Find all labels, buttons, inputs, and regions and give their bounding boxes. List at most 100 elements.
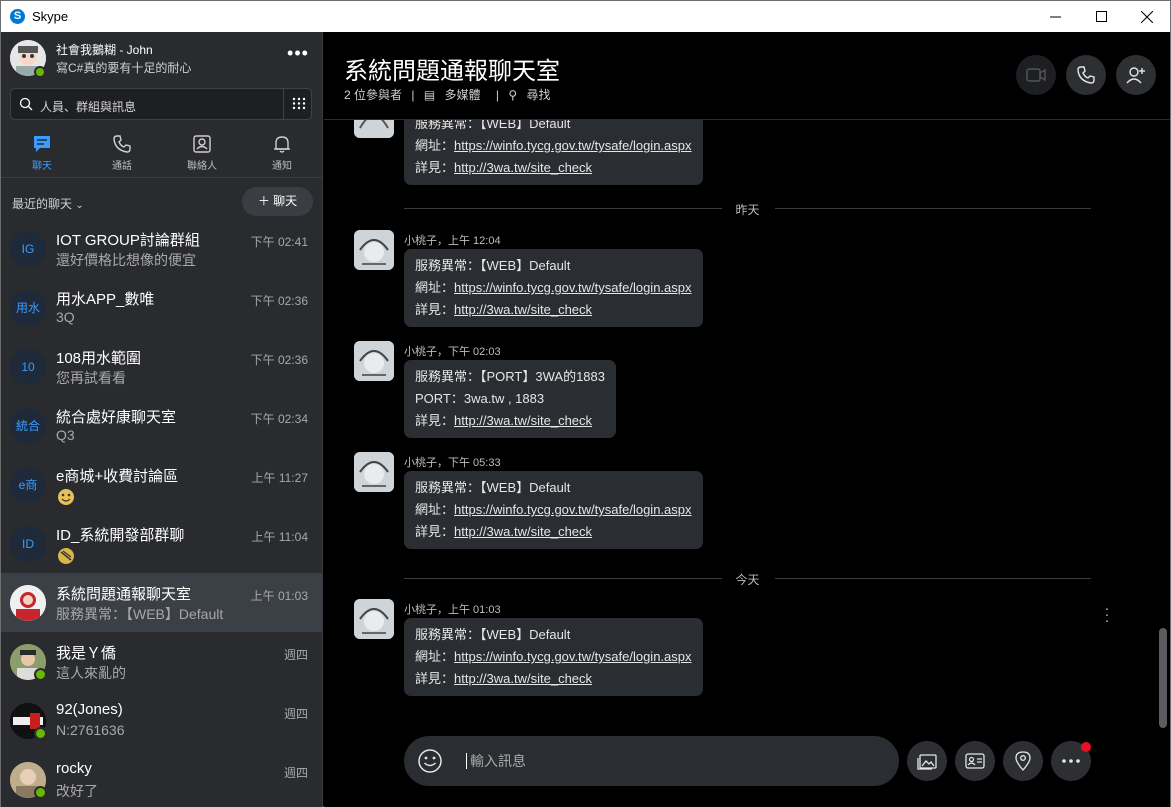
- message-bubble: 服務異常：【PORT】3WA的1883 PORT：3wa.tw , 1883 詳…: [404, 360, 616, 438]
- chat-time: 下午 02:34: [250, 412, 308, 426]
- message-link[interactable]: https://winfo.tycg.gov.tw/tysafe/login.a…: [454, 649, 692, 664]
- sender-avatar[interactable]: [354, 599, 394, 639]
- tab-calls[interactable]: 通話: [82, 128, 162, 176]
- date-divider: 今天: [404, 571, 1091, 587]
- profile-header[interactable]: 社會我鵝糊 - John 寫C#真的要有十足的耐心 •••: [1, 32, 322, 84]
- message-composer[interactable]: 輸入訊息: [404, 736, 899, 786]
- chat-item[interactable]: 92(Jones) N:2761636 週四: [1, 691, 322, 750]
- send-image-button[interactable]: [907, 741, 947, 781]
- find-link[interactable]: ⚲ 尋找: [508, 88, 556, 102]
- search-separator: [283, 89, 284, 119]
- chat-name: 統合處好康聊天室: [56, 409, 177, 426]
- message-bubble: 服務異常：【WEB】Default 網址：https://winfo.tycg.…: [404, 618, 703, 696]
- online-status-dot: [34, 727, 47, 740]
- conversation-panel: 系統問題通報聊天室 2 位參與者 | ▤ 多媒體 | ⚲ 尋找 服務異常：【WE…: [324, 32, 1170, 807]
- chat-item[interactable]: 統合 統合處好康聊天室 Q3 下午 02:34: [1, 396, 322, 455]
- online-status-dot: [34, 66, 46, 78]
- message-input[interactable]: 輸入訊息: [466, 753, 526, 769]
- tab-notifications[interactable]: 通知: [242, 128, 322, 176]
- send-contact-button[interactable]: [955, 741, 995, 781]
- chat-item-selected[interactable]: 系統問題通報聊天室 服務異常：【WEB】Default 上午 01:03: [1, 573, 322, 632]
- message-bubble: 服務異常：【WEB】Default 網址：https://winfo.tycg.…: [404, 120, 703, 185]
- nav-tabs: 聊天 通話 聯絡人 通知: [1, 128, 322, 178]
- contact-card-icon: [965, 753, 985, 769]
- chat-last-message: 還好價格比想像的便宜: [56, 252, 196, 268]
- chat-last-message: 服務異常：【WEB】Default: [56, 606, 224, 622]
- chat-item[interactable]: ID ID_系統開發部群聊 上午 11:04: [1, 514, 322, 573]
- recent-chats-dropdown[interactable]: 最近的聊天 ⌄: [12, 195, 84, 212]
- message-link[interactable]: https://winfo.tycg.gov.tw/tysafe/login.a…: [454, 502, 692, 517]
- chat-item[interactable]: 用水 用水APP_數唯 3Q 下午 02:36: [1, 278, 322, 337]
- chat-item[interactable]: e商 e商城+收費討論區 上午 11:27: [1, 455, 322, 514]
- search-input[interactable]: 人員、群組與訊息: [40, 98, 136, 115]
- message-bubble: 服務異常：【WEB】Default 網址：https://winfo.tycg.…: [404, 249, 703, 327]
- sender-avatar[interactable]: [354, 230, 394, 270]
- chat-item[interactable]: 我是Ｙ僑 這人來亂的 週四: [1, 632, 322, 691]
- tab-chats[interactable]: 聊天: [2, 128, 82, 176]
- message-link[interactable]: http://3wa.tw/site_check: [454, 671, 592, 686]
- scrollbar-thumb[interactable]: [1159, 628, 1167, 728]
- chat-name: e商城+收費討論區: [56, 468, 179, 485]
- search-icon: ⚲: [508, 88, 518, 102]
- maximize-button[interactable]: [1078, 1, 1124, 32]
- message-line: 服務異常：【WEB】Default: [415, 627, 571, 642]
- participants-link[interactable]: 2 位參與者: [344, 88, 402, 102]
- message-link[interactable]: http://3wa.tw/site_check: [454, 160, 592, 175]
- more-actions-button[interactable]: [1051, 741, 1091, 781]
- chat-item[interactable]: rocky 改好了 週四: [1, 750, 322, 807]
- message-label: 詳見：: [415, 302, 455, 317]
- chat-time: 週四: [283, 648, 308, 662]
- close-icon: [1141, 10, 1153, 23]
- sender-avatar[interactable]: [354, 341, 394, 381]
- message-link[interactable]: https://winfo.tycg.gov.tw/tysafe/login.a…: [454, 138, 692, 153]
- sender-avatar-image: [354, 599, 394, 639]
- new-chat-button[interactable]: ＋ 聊天: [242, 187, 313, 216]
- message-line: 服務異常：【WEB】Default: [415, 480, 571, 495]
- conversation-title: 系統問題通報聊天室: [344, 58, 560, 85]
- chat-time: 上午 11:04: [251, 530, 308, 544]
- video-call-button[interactable]: [1016, 55, 1056, 95]
- add-participant-button[interactable]: [1116, 55, 1156, 95]
- chat-avatar: 統合: [10, 408, 46, 444]
- message-more-icon[interactable]: · · ·: [1102, 601, 1112, 627]
- gallery-icon: ▤: [423, 88, 436, 102]
- message-sender: 小桃子，下午 02:03: [404, 346, 501, 358]
- sender-avatar[interactable]: [354, 452, 394, 492]
- tab-contacts[interactable]: 聯絡人: [162, 128, 242, 176]
- message-line: PORT：3wa.tw , 1883: [415, 391, 545, 406]
- chat-time: 週四: [283, 766, 308, 780]
- chat-avatar: 用水: [10, 290, 46, 326]
- more-options-icon: [1062, 759, 1080, 763]
- phone-icon: [1077, 66, 1095, 84]
- search-icon: [19, 97, 33, 111]
- chat-time: 下午 02:41: [250, 235, 308, 249]
- sender-avatar-image: [354, 341, 394, 381]
- chat-name: 系統問題通報聊天室: [56, 586, 192, 603]
- chat-item[interactable]: IG IOT GROUP討論群組 還好價格比想像的便宜 下午 02:41: [1, 219, 322, 278]
- message-link[interactable]: http://3wa.tw/site_check: [454, 413, 592, 428]
- chat-name: 用水APP_數唯: [56, 291, 155, 308]
- tab-calls-label: 通話: [112, 161, 132, 172]
- message-link[interactable]: http://3wa.tw/site_check: [454, 302, 592, 317]
- chat-time: 上午 01:03: [250, 589, 308, 603]
- search-box[interactable]: 人員、群組與訊息: [10, 88, 312, 120]
- message-label: 詳見：: [415, 413, 455, 428]
- close-button[interactable]: [1124, 1, 1170, 32]
- more-options-icon[interactable]: •••: [283, 44, 313, 66]
- chat-item[interactable]: 10 108用水範圍 您再試看看 下午 02:36: [1, 337, 322, 396]
- message-link[interactable]: https://winfo.tycg.gov.tw/tysafe/login.a…: [454, 280, 692, 295]
- chat-name: ID_系統開發部群聊: [56, 527, 185, 544]
- tab-notifications-label: 通知: [272, 161, 292, 172]
- dialpad-icon[interactable]: [292, 97, 306, 111]
- skype-logo-icon: S: [10, 9, 25, 24]
- audio-call-button[interactable]: [1066, 55, 1106, 95]
- chat-last-message: N:2761636: [56, 722, 125, 738]
- chat-name: 我是Ｙ僑: [56, 645, 117, 662]
- emoji-icon[interactable]: [417, 748, 443, 774]
- find-label: 尋找: [526, 88, 551, 102]
- chat-name: 92(Jones): [56, 701, 123, 718]
- media-link[interactable]: ▤ 多媒體: [424, 88, 487, 102]
- minimize-button[interactable]: [1032, 1, 1078, 32]
- send-location-button[interactable]: [1003, 741, 1043, 781]
- message-link[interactable]: http://3wa.tw/site_check: [454, 524, 592, 539]
